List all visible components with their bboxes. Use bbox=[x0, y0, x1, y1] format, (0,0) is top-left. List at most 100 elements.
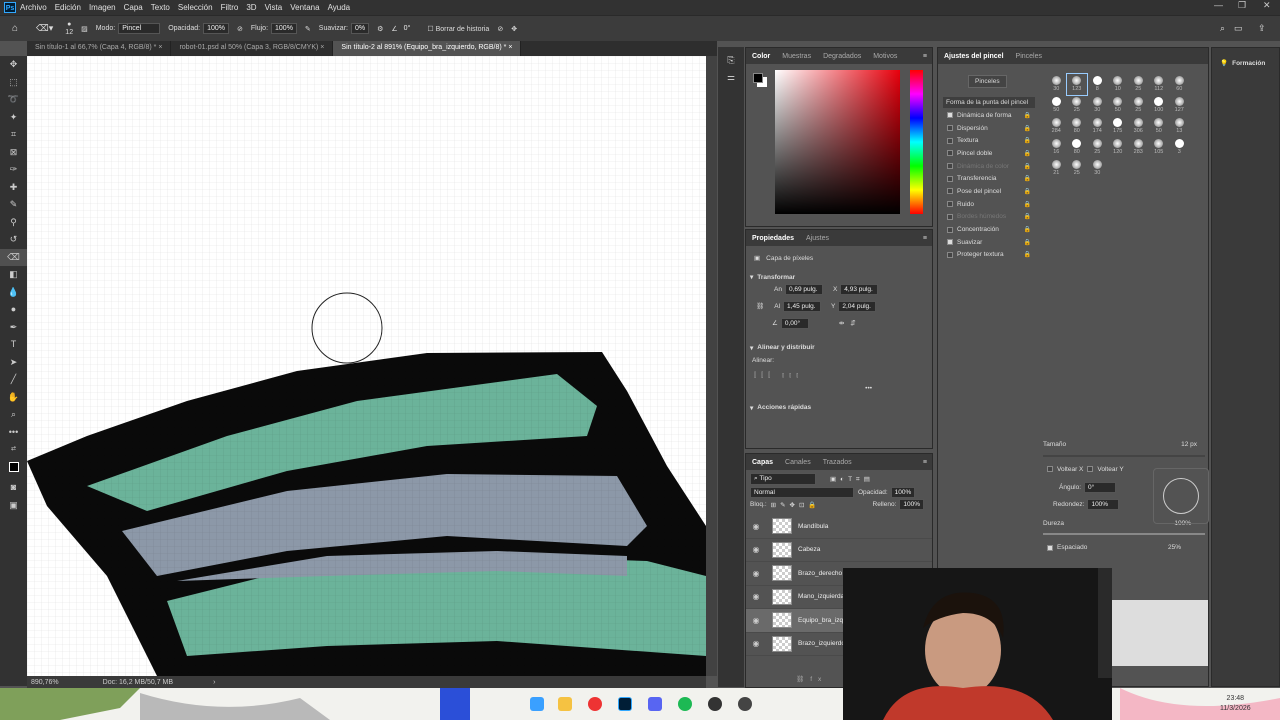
layer-footer-icons[interactable]: ⛓fx bbox=[796, 672, 827, 685]
spacing-value[interactable]: 25% bbox=[1168, 544, 1181, 551]
move-tool-icon[interactable]: ✥ bbox=[0, 56, 27, 74]
brush-size-picker[interactable]: ● 12 bbox=[65, 21, 73, 37]
collapse-icon[interactable]: ▾ bbox=[750, 344, 753, 352]
brush-option-row[interactable]: Transferencia 🔒 bbox=[943, 172, 1035, 185]
brush-option-row[interactable]: Pose del pincel 🔒 bbox=[943, 185, 1035, 198]
erase-history-checkbox[interactable]: ☐ Borrar de historia bbox=[427, 25, 489, 33]
flip-x-checkbox[interactable] bbox=[1047, 466, 1053, 473]
airbrush-icon[interactable]: ✎ bbox=[305, 25, 311, 33]
lock-icon[interactable]: 🔒 bbox=[1024, 213, 1031, 220]
brush-option-row[interactable]: Textura 🔒 bbox=[943, 134, 1035, 147]
lock-icon[interactable]: 🔒 bbox=[1024, 188, 1031, 195]
link-icon[interactable]: ⛓ bbox=[756, 302, 764, 310]
obs-icon[interactable] bbox=[708, 697, 722, 711]
screen-mode-icon[interactable]: ▣ bbox=[0, 497, 27, 515]
brush-option-row[interactable]: Ruido 🔒 bbox=[943, 198, 1035, 211]
brush-preset[interactable]: 10 bbox=[1108, 74, 1129, 95]
brush-panel-icon[interactable]: ▨ bbox=[81, 25, 88, 33]
angle-wheel[interactable] bbox=[1153, 468, 1209, 524]
minimize-icon[interactable]: — bbox=[1214, 0, 1223, 10]
marquee-tool-icon[interactable]: ⬚ bbox=[0, 74, 27, 92]
tab-adjustments[interactable]: Ajustes bbox=[800, 235, 835, 242]
brush-option-row[interactable]: Concentración 🔒 bbox=[943, 223, 1035, 236]
menu-ventana[interactable]: Ventana bbox=[290, 3, 319, 12]
canvas[interactable] bbox=[27, 56, 706, 676]
lock-icon[interactable]: 🔒 bbox=[1024, 150, 1031, 157]
brush-preset[interactable]: 306 bbox=[1128, 116, 1149, 137]
menu-filtro[interactable]: Filtro bbox=[221, 3, 239, 12]
lock-icon[interactable]: 🔒 bbox=[1024, 163, 1031, 170]
brush-option-checkbox[interactable] bbox=[947, 175, 953, 182]
size-slider[interactable] bbox=[1043, 454, 1205, 457]
brush-preset[interactable]: 25 bbox=[1087, 137, 1108, 158]
brush-preset[interactable]: 175 bbox=[1108, 116, 1129, 137]
tab-doc-2[interactable]: robot-01.psd al 50% (Capa 3, RGB/8/CMYK)… bbox=[171, 41, 334, 56]
history-panel-icon[interactable]: ⎘ bbox=[718, 55, 744, 66]
menu-imagen[interactable]: Imagen bbox=[89, 3, 116, 12]
line-tool-icon[interactable]: ╱ bbox=[0, 371, 27, 389]
spacing-checkbox[interactable] bbox=[1047, 544, 1053, 551]
visibility-eye-icon[interactable]: ◉ bbox=[746, 522, 766, 531]
symmetry-icon[interactable]: ✥ bbox=[511, 25, 517, 33]
dodge-tool-icon[interactable]: ● bbox=[0, 301, 27, 319]
hardness-slider[interactable] bbox=[1043, 533, 1205, 536]
brush-option-checkbox[interactable] bbox=[947, 213, 953, 220]
tab-brushes[interactable]: Pinceles bbox=[1010, 53, 1048, 60]
lock-icon[interactable]: 🔒 bbox=[1024, 201, 1031, 208]
eraser-tool-icon[interactable]: ⌫▾ bbox=[36, 23, 53, 34]
panel-menu-icon[interactable]: ≡ bbox=[923, 235, 927, 242]
lock-icon[interactable]: 🔒 bbox=[1024, 125, 1031, 132]
status-arrow-icon[interactable]: › bbox=[213, 679, 215, 686]
flip-y-checkbox[interactable] bbox=[1087, 466, 1094, 473]
tab-paths[interactable]: Trazados bbox=[817, 459, 858, 466]
flip-h-icon[interactable]: ⇹ bbox=[839, 319, 844, 327]
more-tools-icon[interactable]: ••• bbox=[0, 424, 27, 442]
brush-tool-icon[interactable]: ✎ bbox=[0, 196, 27, 214]
foreground-color-swatch[interactable] bbox=[0, 461, 27, 480]
layer-row[interactable]: ◉ Mandíbula bbox=[746, 515, 932, 539]
fg-bg-swatches[interactable] bbox=[753, 73, 767, 87]
lock-icon[interactable]: 🔒 bbox=[1024, 239, 1031, 246]
close-icon[interactable]: ✕ bbox=[1263, 0, 1271, 11]
explorer-icon[interactable] bbox=[558, 697, 572, 711]
zoom-level[interactable]: 890,76% bbox=[31, 679, 59, 686]
menu-archivo[interactable]: Archivo bbox=[20, 3, 47, 12]
brush-angle-field[interactable]: 0° bbox=[1084, 482, 1117, 494]
brush-option-checkbox[interactable] bbox=[947, 137, 953, 144]
collapse-icon[interactable]: ▾ bbox=[750, 404, 753, 412]
type-tool-icon[interactable]: T bbox=[0, 336, 27, 354]
system-clock[interactable]: 23:48 11/3/2026 bbox=[1220, 694, 1251, 714]
color-field[interactable] bbox=[775, 70, 900, 214]
width-field[interactable]: 0,69 pulg. bbox=[784, 284, 823, 296]
brush-preset[interactable]: 284 bbox=[1046, 116, 1067, 137]
panel-menu-icon[interactable]: ≡ bbox=[923, 459, 927, 466]
eraser-tool-icon-active[interactable]: ⌫ bbox=[0, 248, 27, 266]
menu-3d[interactable]: 3D bbox=[246, 3, 256, 12]
brush-option-checkbox[interactable] bbox=[947, 150, 953, 157]
bucket-tool-icon[interactable]: ◧ bbox=[0, 266, 27, 284]
tab-layers[interactable]: Capas bbox=[746, 459, 779, 466]
mode-select[interactable]: Pincel bbox=[118, 23, 161, 34]
size-value[interactable]: 12 px bbox=[1181, 441, 1197, 448]
maximize-icon[interactable]: ❐ bbox=[1238, 0, 1246, 11]
quick-select-tool-icon[interactable]: ✦ bbox=[0, 109, 27, 127]
angle-field[interactable]: 0° bbox=[401, 24, 414, 33]
layer-filter[interactable]: ⌕ Tipo bbox=[750, 473, 816, 486]
brush-option-row[interactable]: Suavizar 🔒 bbox=[943, 236, 1035, 249]
share-icon[interactable]: ⇪ bbox=[1258, 23, 1266, 34]
lock-icon[interactable]: 🔒 bbox=[1024, 226, 1031, 233]
start-icon[interactable] bbox=[530, 697, 544, 711]
hue-slider[interactable] bbox=[910, 70, 923, 214]
visibility-eye-icon[interactable]: ◉ bbox=[746, 616, 766, 625]
brush-preset[interactable]: 80 bbox=[1067, 116, 1088, 137]
vertical-scrollbar[interactable] bbox=[706, 56, 717, 676]
flow-field[interactable]: 100% bbox=[271, 23, 297, 34]
lock-icons[interactable]: ⊞✎✥⊡🔒 bbox=[771, 501, 821, 509]
pressure-size-icon[interactable]: ⊘ bbox=[497, 25, 503, 33]
pen-tool-icon[interactable]: ✒ bbox=[0, 319, 27, 337]
brush-option-checkbox[interactable] bbox=[947, 163, 953, 170]
settings-taskbar-icon[interactable] bbox=[738, 697, 752, 711]
brush-option-row[interactable]: Pincel doble 🔒 bbox=[943, 147, 1035, 160]
lasso-tool-icon[interactable]: ➰ bbox=[0, 91, 27, 109]
workspace-icon[interactable]: ▭ bbox=[1234, 23, 1243, 34]
